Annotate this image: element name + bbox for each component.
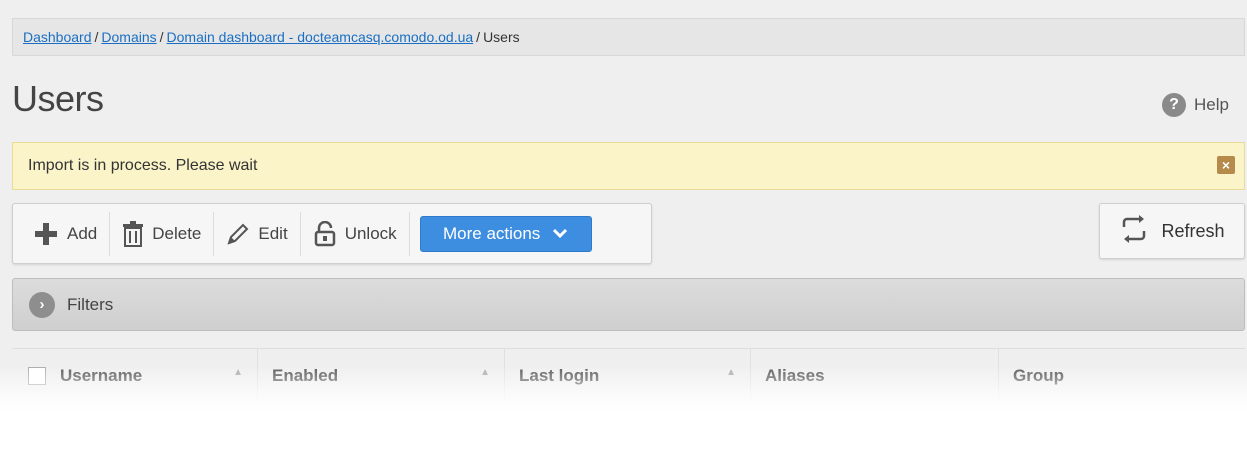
column-header-aliases[interactable]: Aliases [751, 349, 999, 403]
add-button[interactable]: Add [21, 211, 111, 256]
plus-icon [33, 221, 59, 247]
notice-text: Import is in process. Please wait [28, 157, 258, 174]
column-header-label: Aliases [765, 366, 825, 385]
column-header-label: Enabled [272, 366, 339, 385]
breadcrumb-link-domains[interactable]: Domains [101, 29, 156, 45]
breadcrumb-separator: / [476, 29, 481, 45]
breadcrumb-link-dashboard[interactable]: Dashboard [23, 29, 92, 45]
column-header-label: Last login [519, 366, 600, 385]
column-header-label: Username [60, 366, 143, 385]
sort-icon: ▲ [480, 367, 490, 378]
filters-panel-toggle[interactable]: › Filters [12, 278, 1245, 331]
edit-button[interactable]: Edit [214, 211, 301, 256]
column-header-username[interactable]: Username ▲ [12, 349, 258, 403]
breadcrumb-separator: / [94, 29, 99, 45]
trash-icon [122, 220, 144, 247]
unlock-icon [313, 220, 337, 247]
filters-label: Filters [67, 294, 114, 314]
column-header-enabled[interactable]: Enabled ▲ [258, 349, 505, 403]
more-actions-label: More actions [442, 223, 541, 243]
help-icon: ? [1162, 93, 1187, 117]
sort-icon: ▲ [726, 367, 736, 378]
pencil-icon [226, 222, 250, 246]
chevron-down-icon [552, 224, 568, 244]
edit-label: Edit [258, 223, 288, 243]
breadcrumb-current: Users [483, 29, 520, 45]
page: Dashboard / Domains / Domain dashboard - doc… [0, 0, 1247, 453]
page-title: Users [12, 78, 104, 119]
users-table-header: Username ▲ Enabled ▲ Last login ▲ Aliase… [12, 348, 1245, 403]
chevron-right-icon: › [29, 291, 55, 318]
more-actions-button[interactable]: More actions [419, 215, 592, 252]
column-header-group[interactable]: Group [999, 349, 1245, 403]
refresh-button[interactable]: Refresh [1099, 203, 1245, 259]
column-header-label: Group [1013, 366, 1064, 385]
toolbar: Add Delete Edit Unlock More actions [12, 203, 652, 264]
unlock-button[interactable]: Unlock [301, 211, 410, 256]
close-icon[interactable]: × [1217, 156, 1235, 174]
notice-banner: Import is in process. Please wait × [12, 142, 1245, 190]
sort-icon: ▲ [233, 367, 243, 378]
help-link[interactable]: ? Help [1162, 93, 1229, 117]
delete-button[interactable]: Delete [110, 211, 215, 256]
select-all-checkbox[interactable] [28, 367, 46, 385]
add-label: Add [67, 223, 98, 243]
help-label: Help [1194, 95, 1229, 114]
breadcrumb: Dashboard / Domains / Domain dashboard - doc… [12, 18, 1245, 56]
refresh-label: Refresh [1161, 220, 1225, 241]
breadcrumb-link-domain-dashboard[interactable]: Domain dashboard - docteamcasq.comodo.od… [167, 29, 474, 45]
delete-label: Delete [152, 223, 202, 243]
refresh-icon [1119, 214, 1149, 248]
breadcrumb-separator: / [159, 29, 164, 45]
unlock-label: Unlock [344, 223, 397, 243]
column-header-last-login[interactable]: Last login ▲ [505, 349, 751, 403]
